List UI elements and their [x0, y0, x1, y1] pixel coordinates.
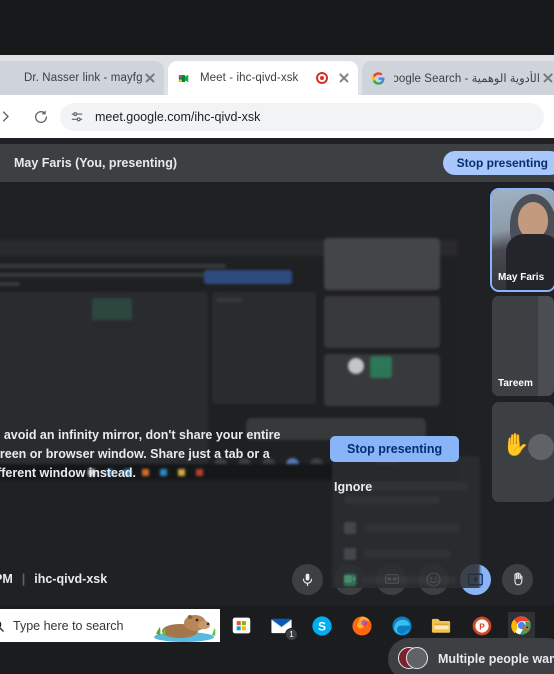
presenting-banner: May Faris (You, presenting) Stop present…	[0, 144, 554, 182]
browser-tab-dr-nasser-link[interactable]: Dr. Nasser link - mayfg.1982@	[0, 61, 164, 95]
raise-hand-icon: ✋	[502, 432, 530, 457]
taskbar-item-chrome[interactable]	[508, 612, 535, 645]
participant-filmstrip: May Faris Tareem ✋	[490, 188, 554, 508]
meta-separator: |	[21, 572, 26, 586]
stop-presenting-banner-button[interactable]: Stop presenting	[442, 151, 554, 175]
ignore-button[interactable]: Ignore	[334, 480, 372, 494]
browser-tab-title: Dr. Nasser link - mayfg.1982@	[24, 72, 142, 84]
desktop-background-top	[0, 0, 554, 55]
microphone-icon[interactable]	[292, 563, 323, 595]
participant-tile-third[interactable]: ✋	[492, 402, 554, 502]
taskbar-item-mail[interactable]: 1	[268, 612, 298, 641]
capybara-icon	[150, 609, 220, 642]
close-icon[interactable]	[336, 70, 352, 86]
taskbar-item-microsoft-store[interactable]	[228, 612, 255, 639]
close-icon[interactable]	[540, 70, 554, 86]
current-time: PM	[0, 572, 13, 586]
google-icon	[371, 71, 386, 86]
meeting-code: ihc-qivd-xsk	[34, 572, 108, 586]
recording-indicator-icon[interactable]	[316, 72, 328, 84]
chrome-tabstrip: Dr. Nasser link - mayfg.1982@ Meet - ihc…	[0, 55, 554, 95]
forward-icon[interactable]	[0, 104, 18, 130]
browser-tab-google-search[interactable]: الأدوية الوهمية - Google Search	[362, 61, 554, 95]
taskbar-item-firefox[interactable]	[348, 612, 375, 639]
chrome-browser-window: Dr. Nasser link - mayfg.1982@ Meet - ihc…	[0, 55, 554, 138]
mail-badge-count: 1	[285, 628, 298, 641]
search-icon	[0, 618, 8, 633]
browser-tab-title: Meet - ihc-qivd-xsk	[200, 72, 299, 84]
background-share-sheet	[332, 456, 480, 588]
address-bar-url: meet.google.com/ihc-qivd-xsk	[95, 109, 261, 124]
google-meet-icon	[177, 71, 192, 86]
participant-tile-tareem[interactable]: Tareem	[492, 296, 554, 396]
stop-presenting-button[interactable]: Stop presenting	[330, 436, 460, 462]
taskbar-item-file-explorer[interactable]	[428, 612, 455, 639]
raise-hand-icon[interactable]	[502, 563, 533, 595]
participant-name: May Faris	[498, 272, 545, 283]
infinity-mirror-warning-text: To avoid an infinity mirror, don't share…	[0, 428, 281, 480]
address-bar[interactable]: meet.google.com/ihc-qivd-xsk	[60, 102, 544, 131]
join-request-toast[interactable]: Multiple people want to join	[388, 638, 554, 674]
reload-icon[interactable]	[28, 104, 54, 130]
browser-tab-google-meet[interactable]: Meet - ihc-qivd-xsk	[168, 61, 358, 95]
shared-screen-preview: To avoid an infinity mirror, don't share…	[0, 188, 490, 588]
chrome-toolbar: meet.google.com/ihc-qivd-xsk	[0, 95, 554, 138]
svg-text:P: P	[479, 622, 485, 631]
participant-name: Tareem	[498, 378, 533, 389]
taskbar-item-powerpoint[interactable]: P	[468, 612, 495, 639]
google-meet-app: May Faris (You, presenting) Stop present…	[0, 138, 554, 674]
browser-tab-title: الأدوية الوهمية - Google Search	[394, 73, 540, 85]
windows-search-box[interactable]: Type here to search	[0, 609, 220, 642]
join-request-toast-text: Multiple people want to join	[438, 652, 554, 666]
participant-tile-may-faris[interactable]: May Faris	[490, 188, 554, 292]
presenting-banner-title: May Faris (You, presenting)	[14, 156, 177, 170]
page-favicon	[1, 71, 16, 86]
meeting-meta: PM | ihc-qivd-xsk	[0, 572, 107, 586]
svg-text:S: S	[318, 619, 326, 633]
site-settings-icon[interactable]	[70, 110, 86, 124]
taskbar-item-skype[interactable]: S	[308, 612, 335, 639]
people-icon	[398, 645, 428, 673]
taskbar-item-edge[interactable]	[388, 612, 415, 639]
close-icon[interactable]	[142, 70, 158, 86]
avatar-circle	[528, 434, 554, 460]
screen-root: Dr. Nasser link - mayfg.1982@ Meet - ihc…	[0, 0, 554, 674]
